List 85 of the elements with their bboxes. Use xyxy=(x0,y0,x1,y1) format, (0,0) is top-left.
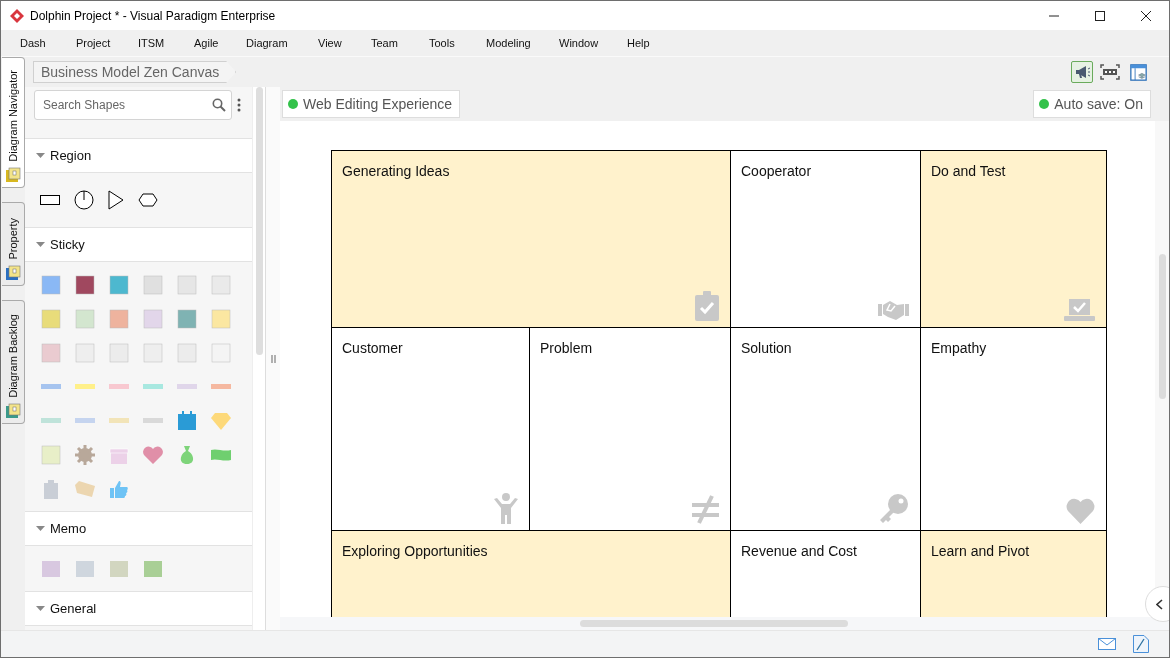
search-box[interactable]: Search Shapes xyxy=(34,90,232,120)
block-title: Solution xyxy=(741,340,792,356)
search-icon[interactable] xyxy=(212,98,226,112)
diamond-icon[interactable] xyxy=(210,410,232,432)
status-dot-icon xyxy=(288,99,298,109)
menu-item[interactable]: Diagram xyxy=(246,37,318,49)
chevron-left-icon[interactable] xyxy=(1156,598,1163,610)
canvas-block[interactable]: Learn and Pivot xyxy=(921,531,1107,617)
canvas-block[interactable]: Exploring Opportunities xyxy=(332,531,731,617)
canvas-block[interactable]: Generating Ideas xyxy=(332,151,731,328)
scrollbar-thumb[interactable] xyxy=(1158,254,1166,399)
rectangle-shape-icon[interactable] xyxy=(40,194,60,206)
menu-item[interactable]: View xyxy=(318,37,371,49)
laptop-check-icon xyxy=(1064,299,1095,321)
menu-item[interactable]: Help xyxy=(627,37,650,49)
tab-icon xyxy=(5,403,21,419)
window-title: Dolphin Project * - Visual Paradigm Enterprise xyxy=(30,8,276,23)
memo-note-icon[interactable] xyxy=(40,558,62,580)
block-title: Cooperator xyxy=(741,163,812,179)
block-title: Customer xyxy=(342,340,403,356)
collapse-triangle-icon[interactable] xyxy=(36,605,45,612)
memo-note-icon[interactable] xyxy=(74,558,96,580)
app-logo-icon xyxy=(10,8,24,23)
menu-item[interactable]: ITSM xyxy=(138,37,194,49)
sticky-note-icon[interactable] xyxy=(74,274,96,296)
status-chip[interactable]: Web Editing Experience xyxy=(282,90,461,118)
section-title[interactable]: Memo xyxy=(50,521,87,536)
heart-icon[interactable] xyxy=(142,444,164,466)
block-title: Generating Ideas xyxy=(342,163,450,179)
canvas-block[interactable]: Cooperator xyxy=(731,151,921,328)
scrollbar-thumb[interactable] xyxy=(255,87,263,355)
close-icon[interactable] xyxy=(1140,9,1152,22)
canvas-block[interactable]: Customer xyxy=(332,328,530,531)
key-icon xyxy=(878,493,909,524)
more-options-icon[interactable] xyxy=(237,98,241,112)
scrollbar-thumb[interactable] xyxy=(580,620,848,627)
collapse-triangle-icon[interactable] xyxy=(36,525,45,532)
block-title: Do and Test xyxy=(931,163,1006,179)
heart-icon xyxy=(1066,498,1095,524)
status-dot-icon xyxy=(1039,99,1050,109)
handshake-icon xyxy=(878,299,909,321)
canvas-block[interactable]: Empathy xyxy=(921,328,1107,531)
block-title: Exploring Opportunities xyxy=(342,543,488,559)
triangle-shape-icon[interactable] xyxy=(108,190,124,210)
canvas-block[interactable]: Solution xyxy=(731,328,921,531)
mail-icon[interactable] xyxy=(1098,638,1116,650)
memo-note-icon[interactable] xyxy=(142,558,164,580)
menu-item[interactable]: Dash xyxy=(20,37,76,49)
tab-icon xyxy=(5,167,21,183)
section-title[interactable]: General xyxy=(50,601,97,616)
collapse-triangle-icon[interactable] xyxy=(36,152,45,159)
collapse-triangle-icon[interactable] xyxy=(36,241,45,248)
canvas-block[interactable]: Do and Test xyxy=(921,151,1107,328)
status-chip[interactable]: Auto save: On xyxy=(1033,90,1151,118)
person-icon xyxy=(494,493,518,524)
canvas-block[interactable]: Problem xyxy=(530,328,731,531)
tab-icon xyxy=(5,265,21,281)
block-title: Learn and Pivot xyxy=(931,543,1030,559)
note-edit-icon[interactable] xyxy=(1133,635,1149,653)
block-title: Problem xyxy=(540,340,593,356)
memo-note-icon[interactable] xyxy=(108,558,130,580)
maximize-icon[interactable] xyxy=(1094,9,1106,22)
side-tab[interactable]: Diagram Backlog xyxy=(2,300,25,424)
menu-item[interactable]: Tools xyxy=(429,37,486,49)
block-title: Empathy xyxy=(931,340,987,356)
tag-icon[interactable] xyxy=(74,478,96,500)
side-tab[interactable]: Property xyxy=(2,202,25,286)
side-tab[interactable]: Diagram Navigator xyxy=(2,57,25,188)
block-title: Revenue and Cost xyxy=(741,543,857,559)
section-title[interactable]: Sticky xyxy=(50,237,85,252)
splitter-grip-icon[interactable] xyxy=(270,354,276,363)
section-title[interactable]: Region xyxy=(50,148,92,163)
menu-item[interactable]: Agile xyxy=(194,37,246,49)
menu-item[interactable]: Project xyxy=(76,37,138,49)
menu-item[interactable]: Modeling xyxy=(486,37,559,49)
menu-item[interactable]: Window xyxy=(559,37,627,49)
thumbs-up-icon[interactable] xyxy=(108,478,130,500)
gear-icon[interactable] xyxy=(74,444,96,466)
clipboard-check-icon xyxy=(695,291,719,321)
not-equal-icon xyxy=(692,495,719,524)
clock-shape-icon[interactable] xyxy=(74,190,94,210)
breadcrumb[interactable]: Business Model Zen Canvas xyxy=(33,61,237,83)
menu-item[interactable]: Team xyxy=(371,37,429,49)
calendar-icon[interactable] xyxy=(176,410,198,432)
hexagon-shape-icon[interactable] xyxy=(138,193,158,207)
